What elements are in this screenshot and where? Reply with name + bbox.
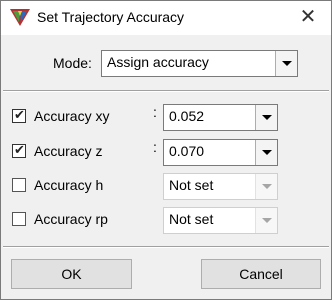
accuracy-z-checkbox[interactable]: ✔ [12, 142, 26, 158]
checkmark-icon: ✔ [14, 142, 25, 157]
accuracy-rp-row: Accuracy rp Not set [1, 204, 331, 236]
accuracy-rp-label: Accuracy rp [34, 211, 108, 227]
mode-select[interactable]: Assign accuracy [101, 50, 298, 77]
accuracy-rp-select[interactable]: Not set [163, 207, 278, 234]
accuracy-z-colon: : [153, 139, 157, 155]
separator-top [3, 90, 329, 92]
chevron-down-icon [255, 174, 277, 199]
mode-select-value: Assign accuracy [107, 54, 209, 70]
separator-bottom [3, 246, 329, 248]
trajectory-triangle-icon [10, 9, 30, 26]
chevron-down-icon[interactable] [255, 105, 277, 130]
accuracy-xy-value: 0.052 [169, 108, 205, 124]
chevron-down-icon[interactable] [255, 140, 277, 165]
accuracy-z-select[interactable]: 0.070 [163, 139, 278, 166]
ok-button[interactable]: OK [11, 259, 132, 289]
mode-row: Mode: Assign accuracy [1, 35, 331, 89]
chevron-down-icon [255, 208, 277, 233]
accuracy-rp-checkbox[interactable] [12, 212, 26, 226]
accuracy-xy-select[interactable]: 0.052 [163, 104, 278, 131]
accuracy-h-row: Accuracy h Not set [1, 170, 331, 202]
mode-label: Mode: [53, 55, 92, 71]
accuracy-xy-colon: : [153, 104, 157, 120]
accuracy-h-select[interactable]: Not set [163, 173, 278, 200]
accuracy-z-row: ✔ Accuracy z : 0.070 [1, 136, 331, 168]
chevron-down-icon[interactable] [275, 51, 297, 76]
accuracy-h-label: Accuracy h [34, 177, 104, 193]
accuracy-rp-value: Not set [169, 211, 214, 227]
title-bar[interactable]: Set Trajectory Accuracy ✕ [1, 1, 331, 35]
accuracy-h-value: Not set [169, 177, 214, 193]
accuracy-h-checkbox[interactable] [12, 178, 26, 192]
accuracy-xy-checkbox[interactable]: ✔ [12, 107, 26, 123]
cancel-button[interactable]: Cancel [201, 259, 321, 289]
checkmark-icon: ✔ [14, 107, 25, 122]
dialog-window: Set Trajectory Accuracy ✕ Mode: Assign a… [0, 0, 332, 300]
close-icon[interactable]: ✕ [291, 2, 325, 33]
accuracy-xy-label: Accuracy xy [34, 108, 110, 124]
window-title: Set Trajectory Accuracy [37, 9, 185, 25]
accuracy-z-value: 0.070 [169, 143, 205, 159]
accuracy-xy-row: ✔ Accuracy xy : 0.052 [1, 101, 331, 133]
accuracy-z-label: Accuracy z [34, 143, 103, 159]
